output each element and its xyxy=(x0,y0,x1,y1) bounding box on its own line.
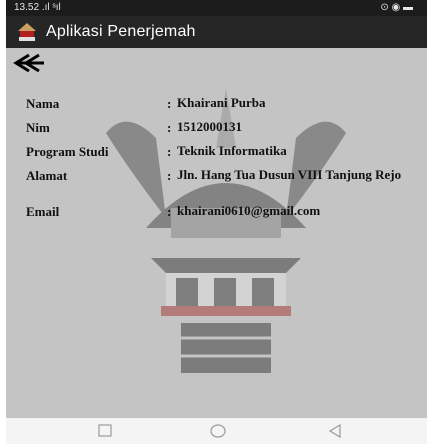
value-nim: 1512000131 xyxy=(177,119,242,134)
separator: : xyxy=(167,204,172,219)
info-row-program-studi: Program Studi : Teknik Informatika xyxy=(26,144,426,168)
info-row-nama: Nama : Khairani Purba xyxy=(26,96,426,120)
label-email: Email xyxy=(26,204,60,219)
separator: : xyxy=(167,168,172,183)
status-indicators: ⊙ ◉ ▬ xyxy=(380,2,413,13)
label-nim: Nim xyxy=(26,120,50,135)
app-bar: Aplikasi Penerjemah xyxy=(6,16,427,48)
info-row-alamat: Alamat : Jln. Hang Tua Dusun VIII Tanjun… xyxy=(26,168,426,204)
info-row-nim: Nim : 1512000131 xyxy=(26,120,426,144)
clock-text: 13.52 xyxy=(14,2,40,13)
label-alamat: Alamat xyxy=(26,168,68,183)
value-alamat: Jln. Hang Tua Dusun VIII Tanjung Rejo xyxy=(177,167,402,182)
status-time: 13.52 .ıl ˢıl xyxy=(14,0,61,16)
label-program-studi: Program Studi xyxy=(26,144,109,159)
back-triangle-icon[interactable] xyxy=(328,424,342,438)
android-nav-bar xyxy=(6,418,427,444)
app-title: Aplikasi Penerjemah xyxy=(46,23,196,40)
label-nama: Nama xyxy=(26,96,60,111)
separator: : xyxy=(167,144,172,159)
recents-square-icon[interactable] xyxy=(98,424,112,438)
signal-icon: .ıl ˢıl xyxy=(41,2,61,13)
value-program-studi: Teknik Informatika xyxy=(177,143,287,158)
info-row-email: Email : khairani0610@gmail.com xyxy=(26,204,426,228)
status-bar: 13.52 .ıl ˢıl ⊙ ◉ ▬ xyxy=(6,0,427,16)
profile-info-list: Nama : Khairani Purba Nim : 1512000131 P… xyxy=(26,96,426,228)
batak-house-icon xyxy=(18,23,36,41)
value-email: khairani0610@gmail.com xyxy=(177,203,321,218)
home-circle-icon[interactable] xyxy=(210,424,226,438)
phone-screen: 13.52 .ıl ˢıl ⊙ ◉ ▬ Aplikasi Penerjemah xyxy=(6,0,427,444)
separator: : xyxy=(167,96,172,111)
double-back-arrow-icon[interactable] xyxy=(12,52,46,74)
value-nama: Khairani Purba xyxy=(177,95,266,110)
separator: : xyxy=(167,120,172,135)
